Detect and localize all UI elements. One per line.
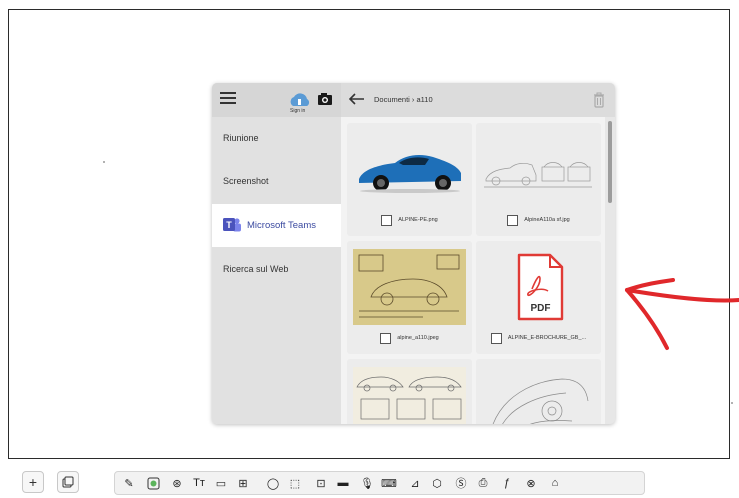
shape-icon[interactable]: ⊛ — [169, 475, 185, 491]
sidebar-item-ricerca-web[interactable]: Ricerca sul Web — [212, 248, 341, 291]
home-icon[interactable]: ⌂ — [547, 475, 563, 491]
sidebar-item-riunione[interactable]: Riunione — [212, 117, 341, 160]
pen-icon[interactable]: ✎ — [121, 475, 137, 491]
browser-header: Documenti › a110 — [341, 83, 615, 117]
eraser-icon[interactable]: ⬡ — [429, 475, 445, 491]
pdf-icon: PDF — [517, 253, 564, 321]
sidebar-item-label: Ricerca sul Web — [223, 264, 289, 274]
breadcrumb[interactable]: Documenti › a110 — [374, 95, 433, 104]
sidebar-item-microsoft-teams[interactable]: T Microsoft Teams — [212, 204, 341, 247]
sidebar: Sign in Riunione Screenshot T Microsoft … — [212, 83, 341, 424]
page-icon[interactable]: ▭ — [213, 475, 229, 491]
keyboard-icon[interactable]: ⌨ — [381, 475, 397, 491]
file-card[interactable]: PDF ALPINE_E-BROCHURE_GB_... — [476, 241, 601, 354]
pages-button[interactable] — [57, 471, 79, 493]
back-arrow-icon[interactable] — [349, 93, 365, 105]
trash-icon[interactable] — [593, 92, 605, 108]
select-icon[interactable]: ⬚ — [287, 475, 303, 491]
file-thumbnail — [353, 249, 466, 325]
ruler-icon[interactable]: ⊿ — [407, 475, 423, 491]
file-card[interactable]: AlpineA110a sf.jpg — [476, 123, 601, 236]
file-card[interactable] — [476, 359, 601, 424]
file-name: ALPINE_E-BROCHURE_GB_... — [507, 335, 587, 341]
teams-icon: T — [223, 218, 241, 232]
canvas-dot — [731, 402, 733, 404]
media-icon[interactable]: ▬ — [335, 475, 351, 491]
scrollbar[interactable] — [605, 117, 615, 424]
pages-icon — [62, 476, 74, 488]
capture-icon[interactable]: ⊡ — [313, 475, 329, 491]
annotation-arrow[interactable] — [615, 278, 739, 353]
tools-group: ✎ ⊛ Tт ▭ ⊞ ◯ ⬚ ⊡ ▬ 🎙 ⌨ ⊿ ⬡ Ⓢ ⎙ ƒ ⊗ ⌂ — [114, 471, 645, 495]
sidebar-header: Sign in — [212, 83, 341, 117]
file-checkbox[interactable] — [380, 332, 392, 344]
sidebar-item-screenshot[interactable]: Screenshot — [212, 160, 341, 203]
file-grid: ALPINE-PE.png AlpineA110a sf.jpg alpine_… — [341, 117, 605, 424]
file-browser-panel: Sign in Riunione Screenshot T Microsoft … — [212, 83, 615, 424]
pdf-label: PDF — [531, 303, 551, 314]
bottom-toolbar: + ✎ ⊛ Tт ▭ ⊞ ◯ ⬚ ⊡ ▬ 🎙 ⌨ ⊿ ⬡ Ⓢ ⎙ ƒ ⊗ ⌂ — [0, 468, 739, 498]
highlighter-icon[interactable] — [145, 475, 161, 491]
file-name: ALPINE-PE.png — [398, 217, 438, 223]
svg-text:T: T — [226, 220, 232, 230]
sidebar-item-label: Screenshot — [223, 176, 269, 186]
file-thumbnail — [492, 378, 589, 424]
menu-icon[interactable] — [220, 92, 236, 106]
sidebar-item-label: Riunione — [223, 133, 259, 143]
print-icon[interactable]: ⎙ — [475, 475, 491, 491]
file-thumbnail — [353, 367, 466, 424]
file-card[interactable]: ALPINE-PE.png — [347, 123, 472, 236]
s-icon[interactable]: Ⓢ — [453, 475, 469, 491]
file-thumbnail — [484, 162, 592, 188]
file-name: alpine_a110.jpeg — [397, 335, 439, 341]
file-checkbox[interactable] — [490, 332, 502, 344]
file-name: AlpineA110a sf.jpg — [524, 217, 570, 223]
sidebar-item-label: Microsoft Teams — [247, 220, 316, 231]
scrollbar-thumb[interactable] — [608, 121, 612, 203]
lasso-icon[interactable]: ◯ — [265, 475, 281, 491]
signin-label[interactable]: Sign in — [290, 108, 305, 114]
close-icon[interactable]: ⊗ — [523, 475, 539, 491]
function-icon[interactable]: ƒ — [499, 475, 515, 491]
file-thumbnail — [359, 155, 461, 193]
add-page-button[interactable]: + — [22, 471, 44, 493]
mic-icon[interactable]: 🎙 — [359, 475, 375, 491]
file-checkbox[interactable] — [507, 214, 519, 226]
file-card[interactable] — [347, 359, 472, 424]
camera-folder-icon[interactable] — [317, 91, 333, 107]
canvas-dot — [103, 161, 105, 163]
text-icon[interactable]: Tт — [191, 475, 207, 491]
file-card[interactable]: alpine_a110.jpeg — [347, 241, 472, 354]
file-checkbox[interactable] — [381, 214, 393, 226]
insert-icon[interactable]: ⊞ — [235, 475, 251, 491]
